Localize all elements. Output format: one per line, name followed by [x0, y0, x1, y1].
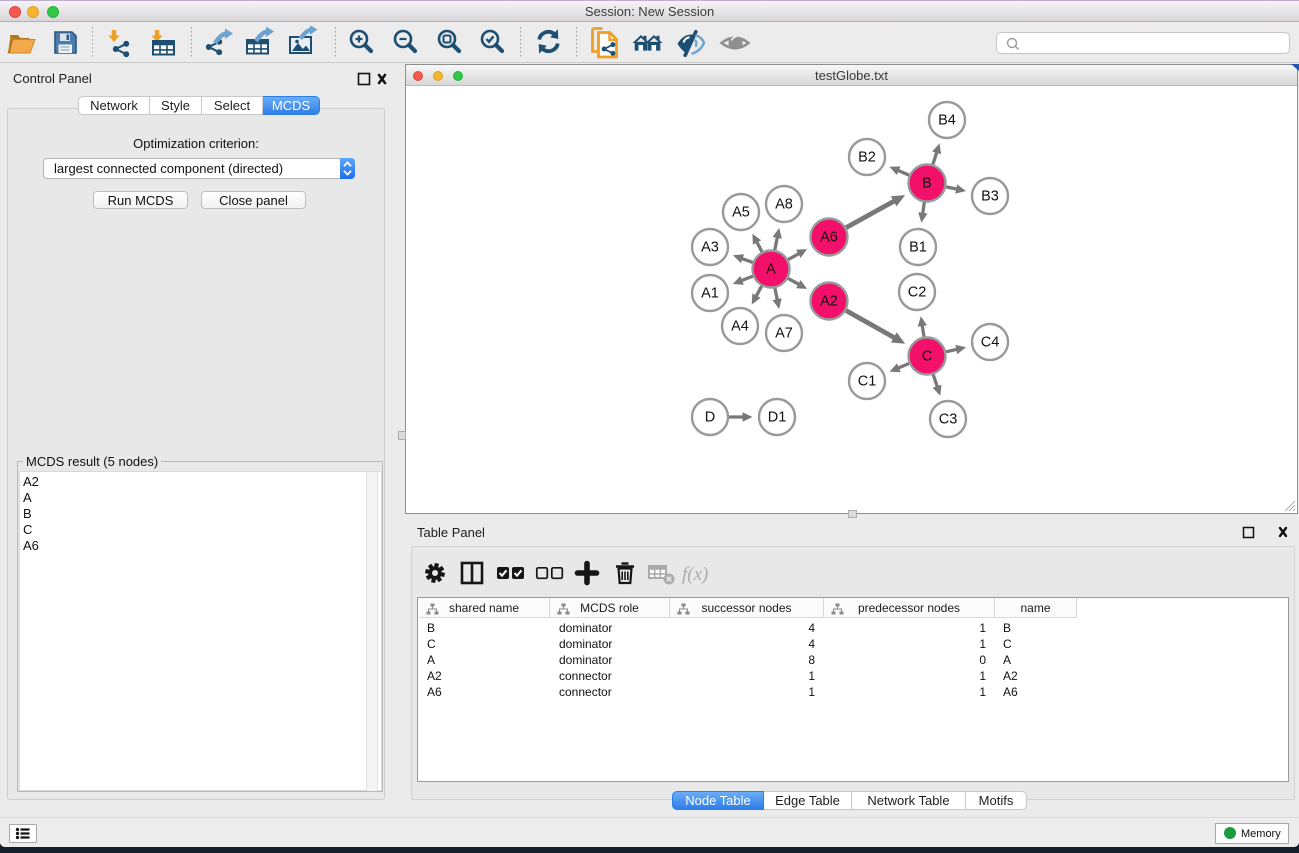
svg-text:C4: C4 [981, 335, 1000, 351]
svg-text:C: C [922, 349, 932, 365]
svg-text:f(x): f(x) [682, 564, 708, 585]
svg-text:B: B [922, 176, 932, 192]
svg-text:B2: B2 [858, 150, 876, 166]
svg-text:A2: A2 [820, 294, 838, 310]
svg-text:C1: C1 [858, 374, 877, 390]
svg-text:A: A [766, 262, 776, 278]
svg-text:A3: A3 [701, 240, 719, 256]
svg-text:A7: A7 [775, 326, 793, 342]
svg-text:C2: C2 [908, 285, 927, 301]
svg-text:A4: A4 [731, 319, 749, 335]
svg-text:A5: A5 [732, 205, 750, 221]
svg-text:B4: B4 [938, 113, 956, 129]
svg-text:D: D [705, 410, 715, 426]
svg-text:A1: A1 [701, 286, 719, 302]
svg-text:A6: A6 [820, 230, 838, 246]
svg-text:D1: D1 [768, 410, 787, 426]
svg-text:B3: B3 [981, 189, 999, 205]
svg-text:C3: C3 [939, 412, 958, 428]
svg-text:B1: B1 [909, 240, 927, 256]
svg-text:A8: A8 [775, 197, 793, 213]
